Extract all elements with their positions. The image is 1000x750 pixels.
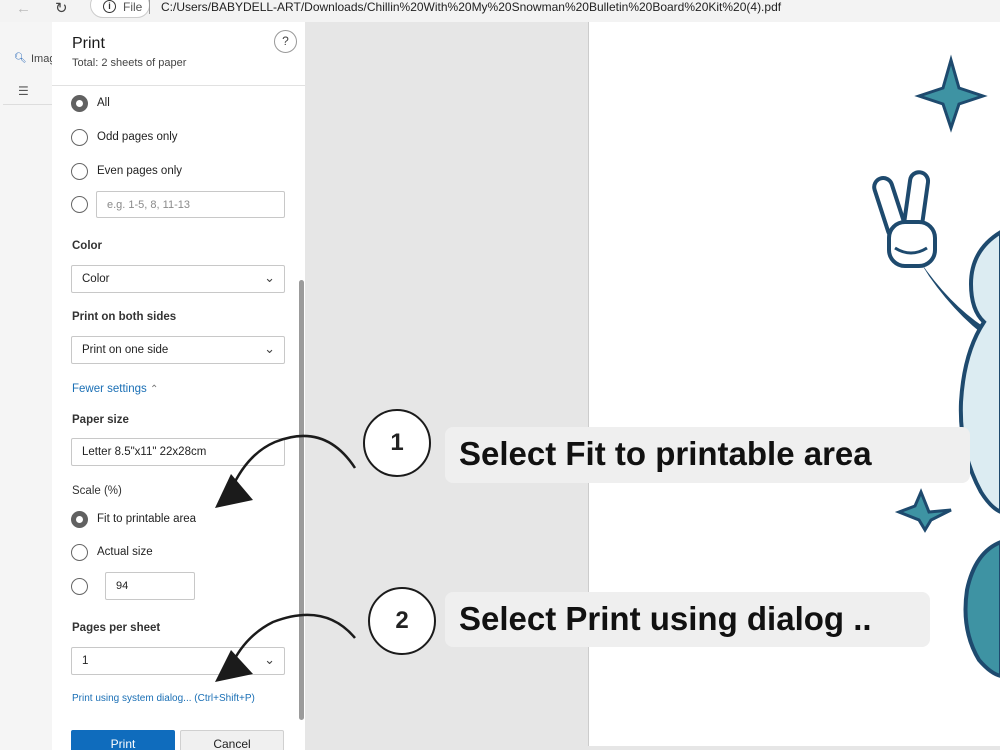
scale-actual-label[interactable]: Actual size	[97, 546, 153, 558]
paper-size-value: Letter 8.5"x11" 22x28cm	[82, 446, 207, 458]
pages-odd-label[interactable]: Odd pages only	[97, 131, 178, 143]
pages-even-radio[interactable]	[71, 163, 88, 180]
duplex-label: Print on both sides	[72, 311, 177, 323]
search-icon: 🔍︎	[14, 53, 27, 64]
pages-per-sheet-label: Pages per sheet	[72, 622, 161, 634]
header-divider	[52, 85, 305, 86]
peace-glove	[872, 170, 937, 268]
pages-custom-input[interactable]: e.g. 1-5, 8, 11-13	[96, 191, 285, 218]
strip-divider	[3, 104, 52, 105]
dialog-title: Print	[72, 35, 105, 52]
sheet-count: Total: 2 sheets of paper	[72, 57, 187, 69]
scale-custom-value: 94	[116, 580, 129, 592]
chevron-down-icon: ⌄	[264, 270, 275, 285]
reload-icon[interactable]: ↻	[55, 0, 68, 17]
help-icon[interactable]: ?	[274, 30, 297, 53]
pages-per-sheet-value: 1	[82, 655, 89, 667]
chevron-down-icon: ⌄	[264, 341, 275, 356]
address-divider	[149, 0, 150, 14]
annotation-number-2: 2	[368, 587, 436, 655]
list-icon: ☰	[18, 84, 29, 98]
pages-all-radio[interactable]	[71, 95, 88, 112]
duplex-select[interactable]: Print on one side ⌄	[71, 336, 285, 364]
fewer-settings-link[interactable]: Fewer settings ⌃	[72, 383, 158, 395]
scale-actual-radio[interactable]	[71, 544, 88, 561]
pages-custom-placeholder: e.g. 1-5, 8, 11-13	[107, 199, 190, 211]
chevron-up-icon: ⌃	[149, 384, 159, 395]
color-select[interactable]: Color ⌄	[71, 265, 285, 293]
file-label: File	[123, 0, 143, 14]
paper-size-label: Paper size	[72, 414, 129, 426]
pages-even-label[interactable]: Even pages only	[97, 165, 182, 177]
color-label: Color	[72, 240, 103, 252]
annotation-arrow-2	[215, 613, 356, 682]
color-value: Color	[82, 273, 110, 285]
pages-custom-radio[interactable]	[71, 196, 88, 213]
print-button[interactable]: Print	[71, 730, 175, 750]
annotation-arrow-1	[215, 434, 357, 508]
sparkle-star-bottom	[894, 488, 952, 533]
annotation-callout-1: Select Fit to printable area	[445, 427, 970, 483]
scale-fit-label[interactable]: Fit to printable area	[97, 513, 196, 525]
sparkle-star-top	[914, 54, 988, 133]
fewer-settings-label: Fewer settings	[72, 383, 147, 395]
duplex-value: Print on one side	[82, 344, 169, 356]
back-arrow-icon[interactable]: ←	[16, 0, 31, 17]
address-url[interactable]: C:/Users/BABYDELL-ART/Downloads/Chillin%…	[161, 0, 781, 14]
annotation-number-1: 1	[363, 409, 431, 477]
cancel-button[interactable]: Cancel	[180, 730, 284, 750]
browser-toolbar: ← ↻ i File C:/Users/BABYDELL-ART/Downloa…	[0, 0, 1000, 22]
scale-label: Scale (%)	[72, 485, 122, 497]
scale-custom-input[interactable]: 94	[105, 572, 195, 600]
info-icon[interactable]: i	[103, 0, 116, 13]
background-page-strip: 🔍︎ Imag ☰	[0, 22, 55, 750]
scale-custom-radio[interactable]	[71, 578, 88, 595]
pages-odd-radio[interactable]	[71, 129, 88, 146]
scale-fit-radio[interactable]	[71, 511, 88, 528]
pages-all-label[interactable]: All	[97, 97, 110, 109]
snowman-lower-body	[963, 540, 1000, 678]
annotation-callout-2: Select Print using dialog ..	[445, 592, 930, 647]
